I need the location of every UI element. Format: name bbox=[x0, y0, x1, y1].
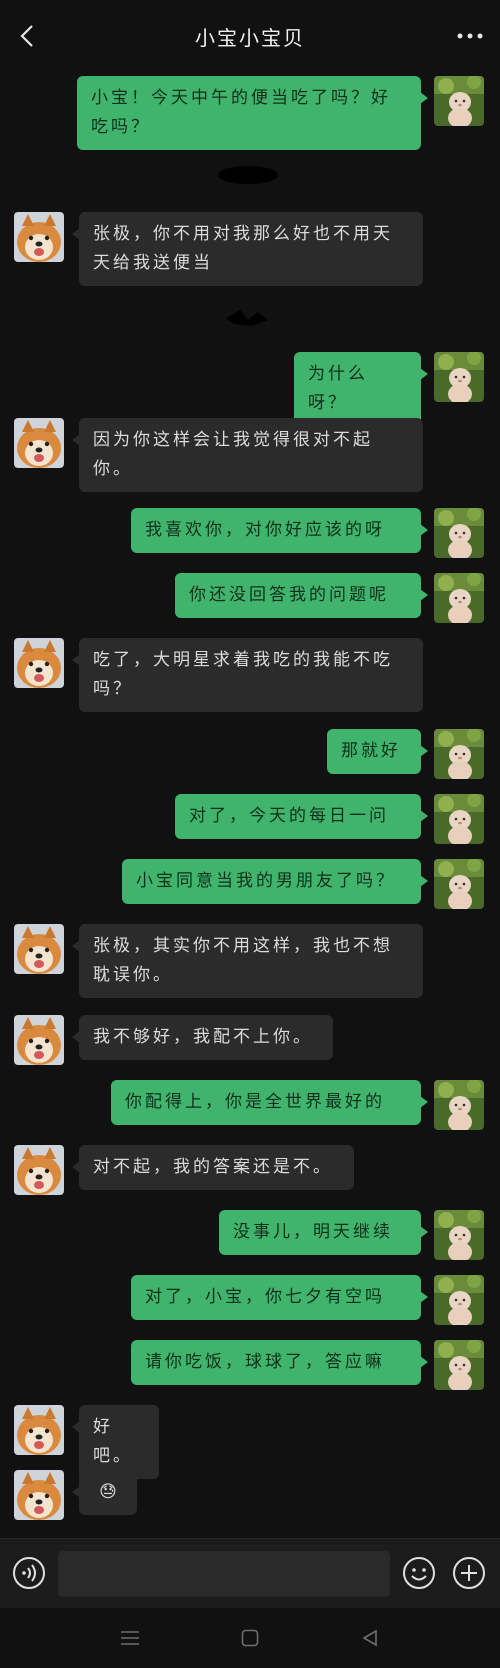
emoji-button[interactable] bbox=[401, 1555, 437, 1591]
message-bubble-received[interactable]: 好吧。 bbox=[72, 1405, 159, 1479]
emoji-icon bbox=[403, 1557, 435, 1589]
my-avatar-icon bbox=[434, 352, 484, 402]
message-bubble-sent[interactable]: 你配得上，你是全世界最好的 bbox=[111, 1080, 428, 1125]
avatar[interactable] bbox=[434, 352, 484, 402]
input-bar bbox=[0, 1538, 500, 1609]
message-bubble-received[interactable]: 吃了，大明星求着我吃的我能不吃吗？ bbox=[72, 638, 423, 712]
their-avatar-icon bbox=[14, 638, 64, 688]
message-bubble-sent[interactable]: 小宝！今天中午的便当吃了吗？好吃吗？ bbox=[77, 76, 428, 150]
more-actions-button[interactable] bbox=[451, 1555, 487, 1591]
my-avatar-icon bbox=[434, 573, 484, 623]
message-bubble-sent[interactable]: 请你吃饭，球球了，答应嘛 bbox=[131, 1340, 428, 1385]
my-avatar-icon bbox=[434, 76, 484, 126]
message-bubble-sent[interactable]: 对了，今天的每日一问 bbox=[175, 794, 428, 839]
avatar[interactable] bbox=[434, 1340, 484, 1390]
home-square-icon bbox=[241, 1629, 259, 1647]
avatar[interactable] bbox=[434, 794, 484, 844]
avatar[interactable] bbox=[434, 573, 484, 623]
avatar[interactable] bbox=[14, 418, 64, 468]
message-bubble-received[interactable]: 😓 bbox=[72, 1470, 137, 1515]
my-avatar-icon bbox=[434, 859, 484, 909]
my-avatar-icon bbox=[434, 1210, 484, 1260]
avatar[interactable] bbox=[434, 729, 484, 779]
message-bubble-sent[interactable]: 你还没回答我的问题呢 bbox=[175, 573, 428, 618]
their-avatar-icon bbox=[14, 924, 64, 974]
message-bubble-sent[interactable]: 那就好 bbox=[327, 729, 428, 774]
avatar[interactable] bbox=[14, 638, 64, 688]
plus-icon bbox=[453, 1557, 485, 1589]
message-bubble-received[interactable]: 张极，你不用对我那么好也不用天天给我送便当 bbox=[72, 212, 423, 286]
more-options-button[interactable] bbox=[450, 20, 490, 52]
avatar[interactable] bbox=[14, 1405, 64, 1455]
chat-header: 小宝小宝贝 bbox=[0, 0, 500, 72]
system-nav-bar bbox=[0, 1608, 500, 1668]
avatar[interactable] bbox=[434, 508, 484, 558]
avatar[interactable] bbox=[434, 76, 484, 126]
message-list[interactable]: 小宝！今天中午的便当吃了吗？好吃吗？ 张极，你不用对我那么好也不用天天给我送便当… bbox=[0, 72, 500, 1538]
their-avatar-icon bbox=[14, 1145, 64, 1195]
message-bubble-received[interactable]: 张极，其实你不用这样，我也不想耽误你。 bbox=[72, 924, 423, 998]
back-triangle-icon bbox=[362, 1629, 377, 1647]
message-bubble-received[interactable]: 我不够好，我配不上你。 bbox=[72, 1015, 333, 1060]
my-avatar-icon bbox=[434, 1080, 484, 1130]
voice-icon bbox=[13, 1557, 45, 1589]
their-avatar-icon bbox=[14, 418, 64, 468]
menu-icon bbox=[121, 1631, 139, 1645]
their-avatar-icon bbox=[14, 1405, 64, 1455]
more-dots-icon bbox=[457, 33, 483, 39]
avatar[interactable] bbox=[14, 212, 64, 262]
my-avatar-icon bbox=[434, 1340, 484, 1390]
menu-button[interactable] bbox=[116, 1624, 144, 1652]
message-bubble-sent[interactable]: 我喜欢你，对你好应该的呀 bbox=[131, 508, 428, 553]
message-bubble-sent[interactable]: 小宝同意当我的男朋友了吗？ bbox=[122, 859, 428, 904]
avatar[interactable] bbox=[434, 1080, 484, 1130]
their-avatar-icon bbox=[14, 212, 64, 262]
my-avatar-icon bbox=[434, 1275, 484, 1325]
my-avatar-icon bbox=[434, 729, 484, 779]
voice-button[interactable] bbox=[12, 1556, 46, 1590]
avatar[interactable] bbox=[14, 924, 64, 974]
avatar[interactable] bbox=[14, 1145, 64, 1195]
home-button[interactable] bbox=[236, 1624, 264, 1652]
chat-title: 小宝小宝贝 bbox=[195, 26, 305, 50]
message-bubble-sent[interactable]: 对了，小宝，你七夕有空吗 bbox=[131, 1275, 428, 1320]
avatar[interactable] bbox=[14, 1015, 64, 1065]
redaction-scribble bbox=[226, 310, 268, 326]
message-bubble-sent[interactable]: 为什么呀？ bbox=[294, 352, 428, 426]
avatar[interactable] bbox=[434, 1210, 484, 1260]
message-bubble-received[interactable]: 因为你这样会让我觉得很对不起你。 bbox=[72, 418, 423, 492]
their-avatar-icon bbox=[14, 1015, 64, 1065]
my-avatar-icon bbox=[434, 508, 484, 558]
message-input[interactable] bbox=[58, 1551, 390, 1597]
their-avatar-icon bbox=[14, 1470, 64, 1520]
avatar[interactable] bbox=[14, 1470, 64, 1520]
avatar[interactable] bbox=[434, 1275, 484, 1325]
message-bubble-received[interactable]: 对不起，我的答案还是不。 bbox=[72, 1145, 354, 1190]
avatar[interactable] bbox=[434, 859, 484, 909]
my-avatar-icon bbox=[434, 794, 484, 844]
redaction-scribble bbox=[218, 166, 278, 184]
message-bubble-sent[interactable]: 没事儿，明天继续 bbox=[219, 1210, 428, 1255]
back-nav-button[interactable] bbox=[356, 1624, 384, 1652]
